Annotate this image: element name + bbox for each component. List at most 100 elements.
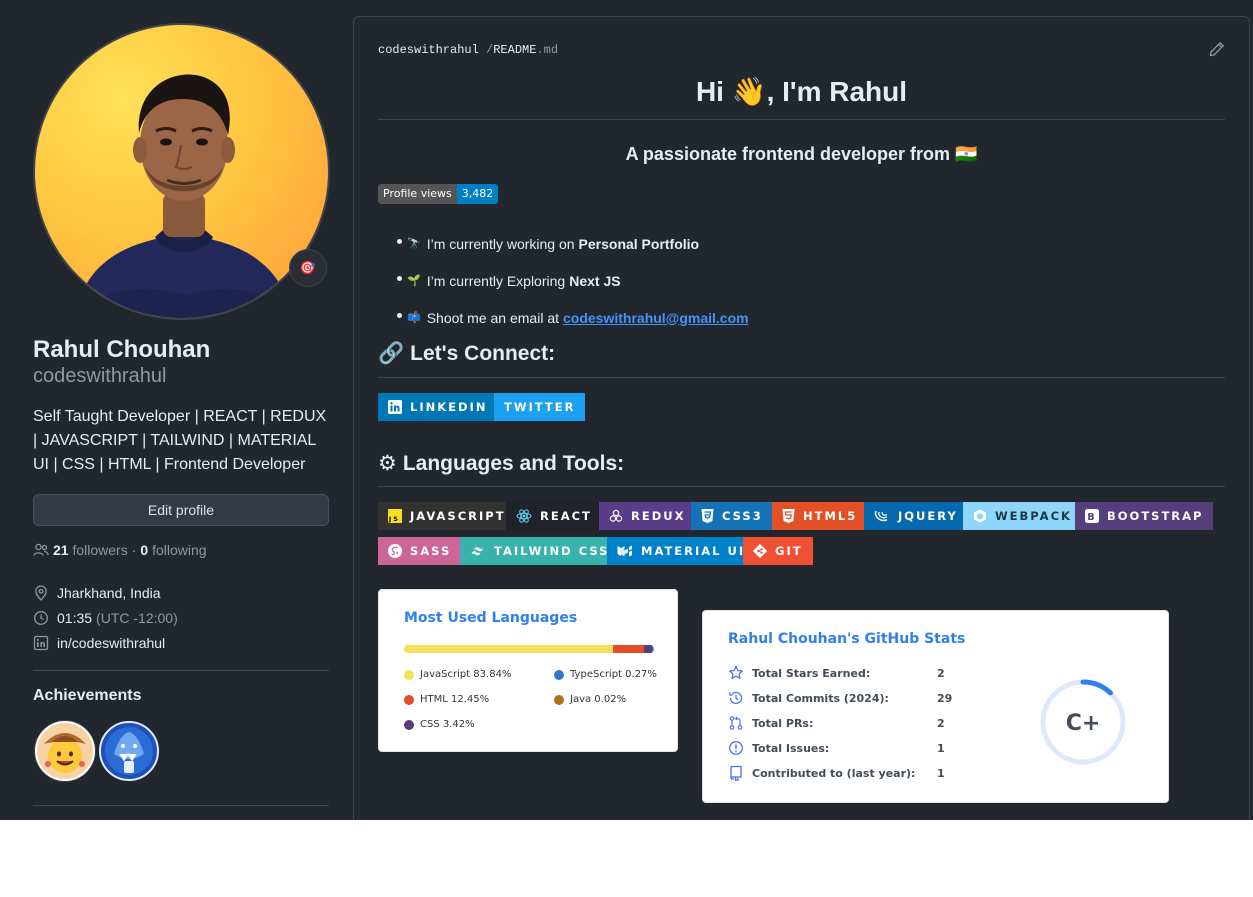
avatar[interactable]	[33, 23, 330, 320]
legend-dot	[404, 669, 414, 680]
linkedin-link[interactable]: in/codeswithrahul	[57, 635, 165, 651]
readme-heading: Hi 👋, I'm Rahul	[695, 76, 908, 107]
linkedin-icon	[33, 635, 49, 651]
linkedin-row[interactable]: in/codeswithrahul	[33, 635, 165, 651]
list-item: 🔭 I’m currently working on Personal Port…	[378, 225, 749, 262]
language-segment-html	[612, 645, 644, 653]
path-owner[interactable]: codeswithrahul	[378, 43, 479, 57]
following-count: 0	[140, 542, 149, 558]
sidebar-divider	[33, 670, 329, 671]
pull-request-icon	[729, 716, 743, 730]
location-icon	[35, 585, 47, 601]
git-icon	[753, 544, 767, 558]
local-time: 01:35	[57, 610, 93, 626]
react-icon	[516, 509, 532, 523]
stat-value: 2	[937, 666, 945, 680]
connect-rule	[378, 377, 1225, 378]
link-icon: 🔗	[378, 342, 405, 365]
webpack-badge[interactable]: WEBPACK	[963, 502, 1082, 530]
tools-title: Languages and Tools:	[402, 451, 625, 475]
readme-path: codeswithrahul /README.md	[378, 43, 558, 57]
status-button[interactable]: 🎯	[289, 249, 327, 287]
followers-link[interactable]: 21 followers	[53, 542, 128, 558]
stat-label: Total Stars Earned:	[752, 666, 871, 680]
bootstrap-badge[interactable]: B BOOTSTRAP	[1075, 502, 1214, 530]
git-badge[interactable]: GIT	[743, 537, 813, 565]
bullet-text: Shoot me an email at	[426, 309, 559, 326]
react-badge[interactable]: REACT	[506, 502, 602, 530]
stat-row-commits: Total Commits (2024): 29	[728, 690, 952, 706]
time-row: 01:35 (UTC -12:00)	[33, 610, 178, 626]
tailwind-label: TAILWIND CSS	[494, 544, 610, 558]
css3-icon	[701, 509, 714, 523]
readme-subheading: A passionate frontend developer from 🇮🇳	[625, 144, 978, 164]
git-label: GIT	[775, 544, 803, 558]
github-profile-page: 🎯 Rahul Chouhan codeswithrahul Self Taug…	[0, 0, 1253, 820]
webpack-label: WEBPACK	[995, 509, 1072, 523]
achievement-yolo[interactable]	[34, 720, 96, 782]
bullet-text: I’m currently Exploring	[426, 272, 566, 289]
bullet-strong: Personal Portfolio	[578, 235, 700, 252]
material-ui-badge[interactable]: MATERIAL UI	[607, 537, 756, 565]
github-stats-card: Rahul Chouhan's GitHub Stats Total Stars…	[702, 610, 1169, 803]
css3-badge[interactable]: CSS3	[691, 502, 773, 530]
stat-value: 1	[937, 766, 945, 780]
bootstrap-label: BOOTSTRAP	[1107, 509, 1204, 523]
stat-row-prs: Total PRs: 2	[728, 715, 945, 731]
mailbox-icon: 📫	[407, 312, 421, 324]
javascript-badge[interactable]: JS JAVASCRIPT	[378, 502, 516, 530]
history-icon	[729, 691, 743, 705]
html5-badge[interactable]: HTML5	[772, 502, 868, 530]
location-text: Jharkhand, India	[57, 585, 161, 601]
status-emoji: 🎯	[299, 260, 317, 275]
achievement-pull-shark[interactable]	[98, 720, 160, 782]
following-link[interactable]: 0 following	[140, 542, 206, 558]
twitter-badge[interactable]: TWITTER	[494, 393, 586, 421]
bootstrap-icon: B	[1085, 509, 1099, 523]
legend-label: CSS 3.42%	[420, 719, 475, 730]
legend-label: HTML 12.45%	[420, 694, 490, 705]
legend-item-java: Java 0.02%	[554, 694, 626, 705]
legend-dot	[404, 719, 414, 730]
shark-icon	[99, 721, 159, 781]
tailwind-badge[interactable]: TAILWIND CSS	[460, 537, 620, 565]
material-ui-icon	[617, 545, 632, 557]
clock-icon	[34, 611, 48, 625]
views-count: 3,482	[456, 184, 499, 204]
languages-card-title: Most Used Languages	[404, 610, 578, 626]
connect-heading: 🔗 Let's Connect:	[378, 342, 555, 366]
sass-badge[interactable]: SASS	[378, 537, 462, 565]
legend-dot	[554, 669, 564, 680]
edit-profile-button[interactable]: Edit profile	[33, 494, 329, 526]
gear-icon: ⚙	[378, 452, 397, 475]
readme-panel: codeswithrahul /README.md Hi 👋, I'm Rahu…	[353, 16, 1250, 820]
rank-grade: C+	[1066, 711, 1101, 736]
redux-badge[interactable]: REDUX	[599, 502, 696, 530]
location-row: Jharkhand, India	[33, 585, 161, 601]
html5-label: HTML5	[803, 509, 858, 523]
linkedin-badge[interactable]: LINKEDIN	[378, 393, 498, 421]
avatar-portrait	[75, 74, 293, 318]
stat-label: Total PRs:	[752, 716, 814, 730]
language-segment-java	[653, 645, 654, 653]
path-ext: .md	[536, 43, 559, 57]
jquery-label: JQUERY	[898, 509, 958, 523]
sass-icon	[388, 544, 402, 558]
connect-title: Let's Connect:	[410, 342, 556, 365]
legend-item-css: CSS 3.42%	[404, 719, 475, 730]
pencil-icon[interactable]	[1209, 41, 1225, 57]
path-file: README	[493, 43, 537, 57]
timezone: (UTC -12:00)	[96, 610, 178, 626]
tailwind-icon	[471, 547, 483, 556]
profile-views-badge: Profile views 3,482	[378, 184, 499, 204]
legend-label: JavaScript 83.84%	[420, 669, 512, 680]
languages-card: Most Used Languages JavaScript 83.84% HT…	[378, 589, 678, 752]
svg-text:JS: JS	[388, 515, 400, 523]
stat-value: 1	[937, 741, 945, 755]
cowboy-face-icon	[35, 721, 95, 781]
email-link[interactable]: codeswithrahul@gmail.com	[563, 310, 749, 326]
profile-bio: Self Taught Developer | REACT | REDUX | …	[33, 408, 327, 473]
jquery-badge[interactable]: JQUERY	[864, 502, 968, 530]
stat-row-stars: Total Stars Earned: 2	[728, 665, 945, 681]
sass-label: SASS	[410, 544, 452, 558]
